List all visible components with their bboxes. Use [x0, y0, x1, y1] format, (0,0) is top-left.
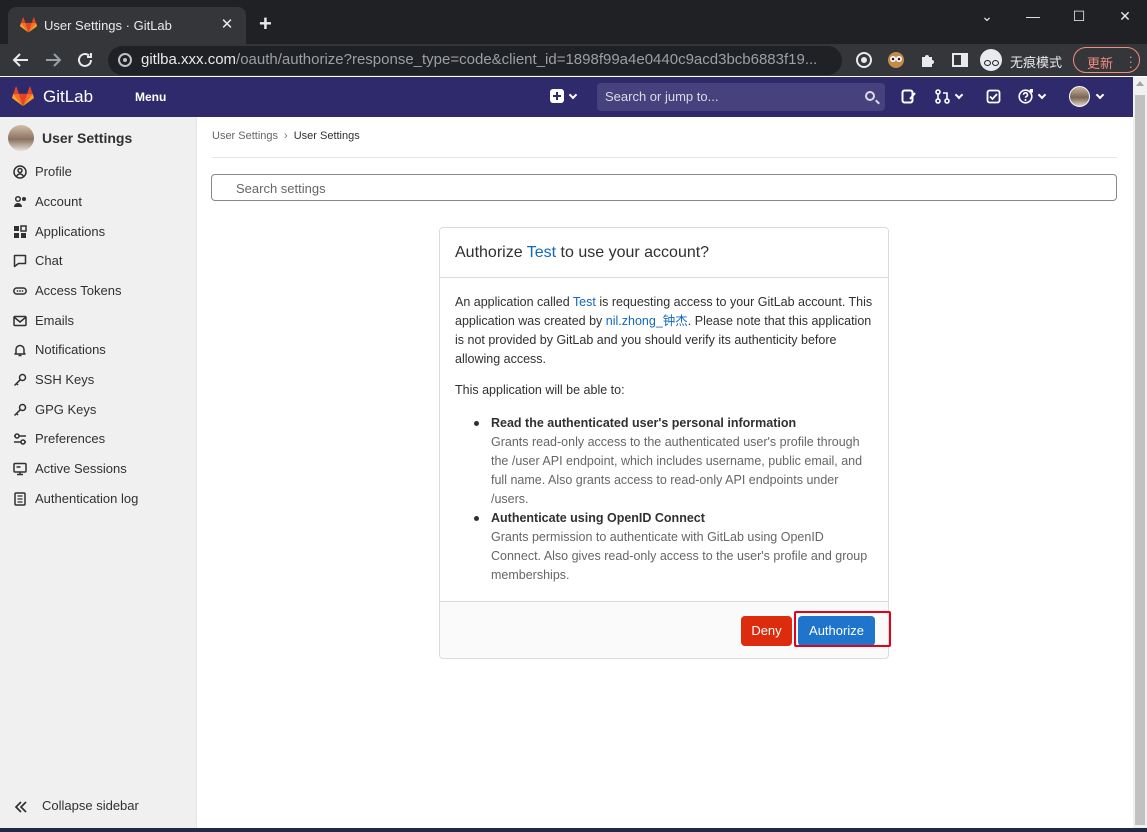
close-window-button[interactable]: ✕	[1110, 6, 1140, 26]
user-avatar[interactable]	[1069, 86, 1090, 107]
bell-icon	[14, 344, 26, 357]
side-panel-icon[interactable]	[951, 51, 969, 69]
scroll-up-arrow-icon[interactable]	[1136, 81, 1144, 86]
gitlab-top-nav: GitLab Menu Search or jump to...	[0, 77, 1133, 117]
update-button[interactable]: 更新 · · ·	[1073, 47, 1140, 73]
sidebar-item-gpg-keys[interactable]: GPG Keys	[0, 397, 196, 423]
scope-title: Read the authenticated user's personal i…	[491, 416, 797, 430]
app-name-link[interactable]: Test	[527, 244, 556, 261]
address-bar[interactable]: gitlba.xxx.com/oauth/authorize?response_…	[108, 46, 842, 75]
key-icon	[13, 373, 27, 387]
sidebar-title: User Settings	[42, 130, 133, 146]
account-icon	[14, 195, 26, 207]
sidebar-item-preferences[interactable]: Preferences	[0, 426, 196, 452]
back-arrow-icon[interactable]	[10, 49, 32, 71]
scope-list: Read the authenticated user's personal i…	[455, 414, 875, 585]
reload-icon[interactable]	[74, 49, 96, 71]
new-tab-button[interactable]: +	[259, 13, 272, 35]
scrollbar-thumb[interactable]	[1135, 95, 1145, 825]
gitlab-logo-icon[interactable]	[12, 86, 34, 107]
incognito-indicator[interactable]: 无痕模式	[978, 47, 1066, 73]
extension-circle-icon[interactable]	[855, 51, 873, 69]
new-item-icon[interactable]	[550, 89, 564, 103]
scope-description: Grants permission to authenticate with G…	[491, 530, 868, 582]
sidebar-item-account[interactable]: Account	[0, 189, 196, 215]
maximize-button[interactable]: ☐	[1064, 6, 1094, 26]
close-tab-icon[interactable]: ✕	[218, 16, 236, 34]
incognito-icon	[980, 49, 1002, 71]
sidebar-item-active-sessions[interactable]: Active Sessions	[0, 456, 196, 482]
authorize-title: Authorize Test to use your account?	[455, 244, 710, 261]
gitlab-favicon-icon	[20, 17, 37, 33]
token-icon	[13, 287, 27, 295]
permissions-intro: This application will be able to:	[455, 383, 625, 397]
applications-icon	[14, 225, 27, 238]
site-info-icon[interactable]	[118, 53, 132, 67]
authorize-intro: An application called Test is requesting…	[455, 295, 873, 366]
browser-tab-title: User Settings · GitLab	[44, 18, 172, 33]
sidebar-header[interactable]: User Settings	[8, 125, 193, 153]
menu-button[interactable]: Menu	[135, 90, 166, 104]
browser-tab[interactable]: User Settings · GitLab ✕	[8, 7, 246, 44]
sidebar-item-chat[interactable]: Chat	[0, 248, 196, 274]
monitor-icon	[13, 462, 27, 476]
scope-title: Authenticate using OpenID Connect	[491, 511, 705, 525]
sidebar-avatar	[8, 125, 34, 151]
chevron-down-icon[interactable]	[568, 90, 578, 100]
issues-icon[interactable]	[901, 89, 916, 104]
forward-arrow-icon[interactable]	[42, 49, 64, 71]
taskbar-strip	[0, 828, 1147, 832]
authorize-highlight-box	[794, 611, 891, 647]
tab-search-icon[interactable]: ⌄	[972, 6, 1002, 26]
gitlab-brand[interactable]: GitLab	[43, 87, 93, 107]
extension-owl-icon[interactable]	[887, 51, 905, 69]
sidebar-item-profile[interactable]: Profile	[0, 159, 196, 185]
preferences-icon	[14, 433, 26, 445]
sidebar-item-emails[interactable]: Emails	[0, 308, 196, 334]
sidebar-item-authentication-log[interactable]: Authentication log	[0, 486, 196, 512]
divider	[212, 157, 1117, 158]
breadcrumb: User Settings › User Settings	[212, 130, 360, 142]
minimize-button[interactable]: —	[1018, 6, 1048, 26]
extensions-puzzle-icon[interactable]	[919, 51, 937, 69]
scope-item: Read the authenticated user's personal i…	[474, 414, 875, 509]
scope-item: Authenticate using OpenID Connect Grants…	[474, 509, 875, 585]
settings-sidebar: User Settings Profile Account Applicatio…	[0, 117, 197, 832]
mail-icon	[13, 315, 27, 327]
sidebar-item-notifications[interactable]: Notifications	[0, 337, 196, 363]
browser-tab-strip: User Settings · GitLab ✕ + ⌄ — ☐ ✕	[0, 0, 1147, 44]
creator-link[interactable]: nil.zhong_钟杰	[606, 314, 688, 328]
sidebar-item-ssh-keys[interactable]: SSH Keys	[0, 367, 196, 393]
chevron-down-icon[interactable]	[954, 90, 964, 100]
collapse-sidebar-button[interactable]: Collapse sidebar	[0, 793, 196, 819]
chat-icon	[13, 254, 27, 268]
double-chevron-left-icon	[14, 801, 27, 813]
authorize-card: Authorize Test to use your account? An a…	[439, 227, 889, 659]
sidebar-item-applications[interactable]: Applications	[0, 219, 196, 245]
merge-requests-icon[interactable]	[935, 89, 950, 104]
breadcrumb-current[interactable]: User Settings	[294, 130, 360, 142]
settings-search-input[interactable]: Search settings	[211, 174, 1117, 201]
authorize-card-body: An application called Test is requesting…	[455, 293, 875, 585]
profile-icon	[13, 165, 27, 179]
breadcrumb-separator-icon: ›	[284, 130, 288, 142]
sidebar-item-access-tokens[interactable]: Access Tokens	[0, 278, 196, 304]
browser-toolbar: gitlba.xxx.com/oauth/authorize?response_…	[0, 44, 1147, 76]
url-text: gitlba.xxx.com/oauth/authorize?response_…	[141, 51, 818, 68]
todo-icon[interactable]	[986, 89, 1001, 104]
chevron-down-icon[interactable]	[1095, 90, 1105, 100]
breadcrumb-link[interactable]: User Settings	[212, 130, 278, 142]
authorize-card-header: Authorize Test to use your account?	[440, 228, 888, 278]
app-name-link[interactable]: Test	[573, 295, 596, 309]
deny-button[interactable]: Deny	[741, 616, 792, 646]
chevron-down-icon[interactable]	[1037, 90, 1047, 100]
scope-description: Grants read-only access to the authentic…	[491, 435, 863, 506]
global-search-input[interactable]: Search or jump to...	[597, 83, 885, 111]
log-icon	[14, 492, 26, 506]
search-icon	[865, 91, 875, 101]
key-icon	[13, 403, 27, 417]
browser-menu-icon[interactable]: · · ·	[1129, 50, 1133, 73]
help-icon[interactable]	[1018, 89, 1033, 104]
